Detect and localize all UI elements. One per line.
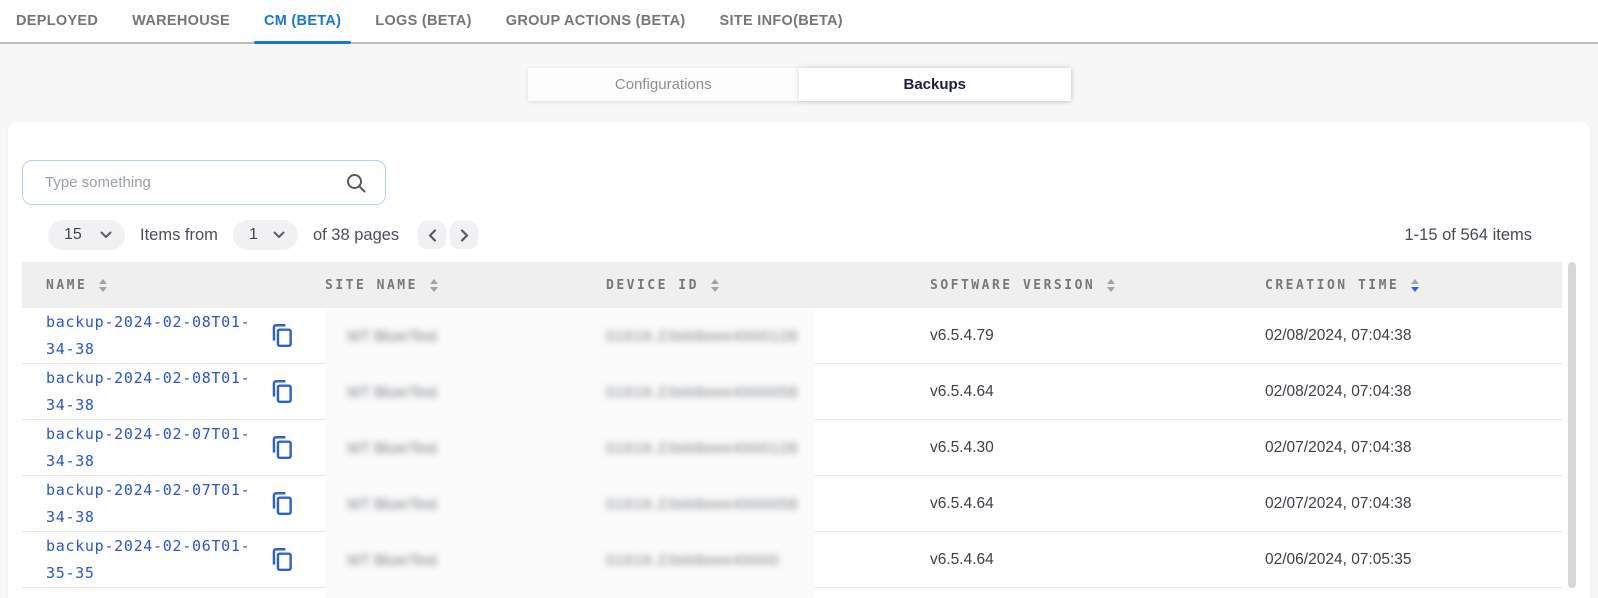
view-toggle-wrap: Configurations Backups bbox=[0, 68, 1598, 101]
site-name-redacted: WT BluerTest bbox=[347, 552, 437, 569]
software-version: v6.5.4.64 bbox=[930, 495, 1265, 513]
page-value: 1 bbox=[249, 226, 258, 244]
column-header-software-version: SOFTWARE VERSION bbox=[930, 278, 1265, 293]
redacted-row: WT BluerTest 01616.23eb8eee40000 bbox=[325, 532, 815, 588]
tab-logs-beta[interactable]: LOGS (BETA) bbox=[365, 0, 481, 42]
site-name-redacted: WT BluerTest bbox=[347, 328, 437, 345]
creation-time: 02/07/2024, 07:04:38 bbox=[1265, 439, 1562, 457]
tab-site-info-beta[interactable]: SITE INFO(BETA) bbox=[709, 0, 852, 42]
sort-icon[interactable] bbox=[711, 279, 719, 292]
software-version: v6.5.4.30 bbox=[930, 439, 1265, 457]
search-input[interactable] bbox=[23, 174, 385, 191]
backup-name-link[interactable]: backup-2024-02-07T01-34-38 bbox=[46, 421, 254, 475]
copy-icon[interactable] bbox=[268, 545, 296, 575]
device-id-redacted: 01616.23eb8eee4000058 bbox=[606, 496, 798, 513]
pages-count-label: of 38 pages bbox=[313, 226, 399, 245]
redacted-row: WT BluerTest 01616.23eb8eee4000058 bbox=[325, 476, 815, 532]
top-tab-bar: DEPLOYED WAREHOUSE CM (BETA) LOGS (BETA)… bbox=[0, 0, 1598, 44]
next-page-button[interactable] bbox=[450, 221, 478, 249]
backup-name-link[interactable]: backup-2024-02-07T01-34-38 bbox=[46, 477, 254, 531]
creation-time: 02/06/2024, 07:05:35 bbox=[1265, 551, 1562, 569]
page-size-value: 15 bbox=[64, 226, 82, 244]
search-box bbox=[22, 160, 386, 205]
device-id-redacted: 01616.23eb8eee40000 bbox=[606, 552, 779, 569]
vertical-scrollbar[interactable] bbox=[1568, 262, 1576, 588]
backups-card: 15 Items from 1 of 38 pages 1-15 of 564 … bbox=[8, 122, 1590, 598]
search-icon[interactable] bbox=[345, 172, 367, 194]
tab-group-actions-beta[interactable]: GROUP ACTIONS (BETA) bbox=[496, 0, 696, 42]
device-id-redacted: 01616.23eb8eee4000128 bbox=[606, 328, 798, 345]
items-range-label: 1-15 of 564 items bbox=[1405, 226, 1533, 245]
page-select[interactable]: 1 bbox=[233, 220, 298, 250]
table-area: NAME SITE NAME DEVICE ID SOFTWARE VERSIO… bbox=[22, 262, 1576, 588]
redacted-row: WT BluerTest 01616.23eb8eee4000058 bbox=[325, 364, 815, 420]
toggle-configurations[interactable]: Configurations bbox=[528, 68, 800, 101]
view-toggle: Configurations Backups bbox=[528, 68, 1071, 101]
sort-icon-active-desc[interactable] bbox=[1411, 279, 1419, 292]
software-version: v6.5.4.64 bbox=[930, 551, 1265, 569]
creation-time: 02/08/2024, 07:04:38 bbox=[1265, 327, 1562, 345]
pagination-bar: 15 Items from 1 of 38 pages 1-15 of 564 … bbox=[22, 220, 1576, 250]
device-id-redacted: 01616.23eb8eee4000128 bbox=[606, 440, 798, 457]
sort-icon[interactable] bbox=[430, 279, 438, 292]
site-name-redacted: WT BluerTest bbox=[347, 384, 437, 401]
software-version: v6.5.4.79 bbox=[930, 327, 1265, 345]
chevron-left-icon bbox=[428, 229, 437, 242]
chevron-down-icon bbox=[273, 231, 285, 239]
column-header-site-name: SITE NAME bbox=[325, 278, 606, 293]
tab-cm-beta[interactable]: CM (BETA) bbox=[254, 0, 351, 42]
table-header: NAME SITE NAME DEVICE ID SOFTWARE VERSIO… bbox=[22, 262, 1562, 308]
site-name-redacted: WT BluerTest bbox=[347, 496, 437, 513]
backups-table: NAME SITE NAME DEVICE ID SOFTWARE VERSIO… bbox=[22, 262, 1562, 588]
chevron-down-icon bbox=[100, 231, 112, 239]
software-version: v6.5.4.64 bbox=[930, 383, 1265, 401]
redacted-row: WT BluerTest 01616.23eb8eee4000128 bbox=[325, 308, 815, 364]
prev-page-button[interactable] bbox=[418, 221, 446, 249]
creation-time: 02/07/2024, 07:04:38 bbox=[1265, 495, 1562, 513]
items-from-label: Items from bbox=[140, 226, 218, 245]
column-header-device-id: DEVICE ID bbox=[606, 278, 930, 293]
sort-icon[interactable] bbox=[1107, 279, 1115, 292]
toggle-backups[interactable]: Backups bbox=[799, 68, 1071, 101]
copy-icon[interactable] bbox=[268, 321, 296, 351]
backup-name-link[interactable]: backup-2024-02-06T01-35-35 bbox=[46, 533, 254, 587]
backup-name-link[interactable]: backup-2024-02-08T01-34-38 bbox=[46, 309, 254, 363]
sort-icon[interactable] bbox=[99, 279, 107, 292]
column-header-name: NAME bbox=[22, 278, 325, 293]
device-id-redacted: 01616.23eb8eee4000058 bbox=[606, 384, 798, 401]
creation-time: 02/08/2024, 07:04:38 bbox=[1265, 383, 1562, 401]
tab-warehouse[interactable]: WAREHOUSE bbox=[122, 0, 240, 42]
redacted-blur-band: WT BluerTest 01616.23eb8eee4000128 WT Bl… bbox=[325, 308, 815, 598]
redacted-row: WT BluerTest 01616.23eb8eee4000128 bbox=[325, 420, 815, 476]
copy-icon[interactable] bbox=[268, 489, 296, 519]
table-body: backup-2024-02-08T01-34-38 v6.5.4.79 02/… bbox=[22, 308, 1562, 588]
copy-icon[interactable] bbox=[268, 433, 296, 463]
chevron-right-icon bbox=[460, 229, 469, 242]
column-header-creation-time: CREATION TIME bbox=[1265, 278, 1562, 293]
page-size-select[interactable]: 15 bbox=[48, 220, 125, 250]
tab-deployed[interactable]: DEPLOYED bbox=[6, 0, 108, 42]
site-name-redacted: WT BluerTest bbox=[347, 440, 437, 457]
copy-icon[interactable] bbox=[268, 377, 296, 407]
backup-name-link[interactable]: backup-2024-02-08T01-34-38 bbox=[46, 365, 254, 419]
